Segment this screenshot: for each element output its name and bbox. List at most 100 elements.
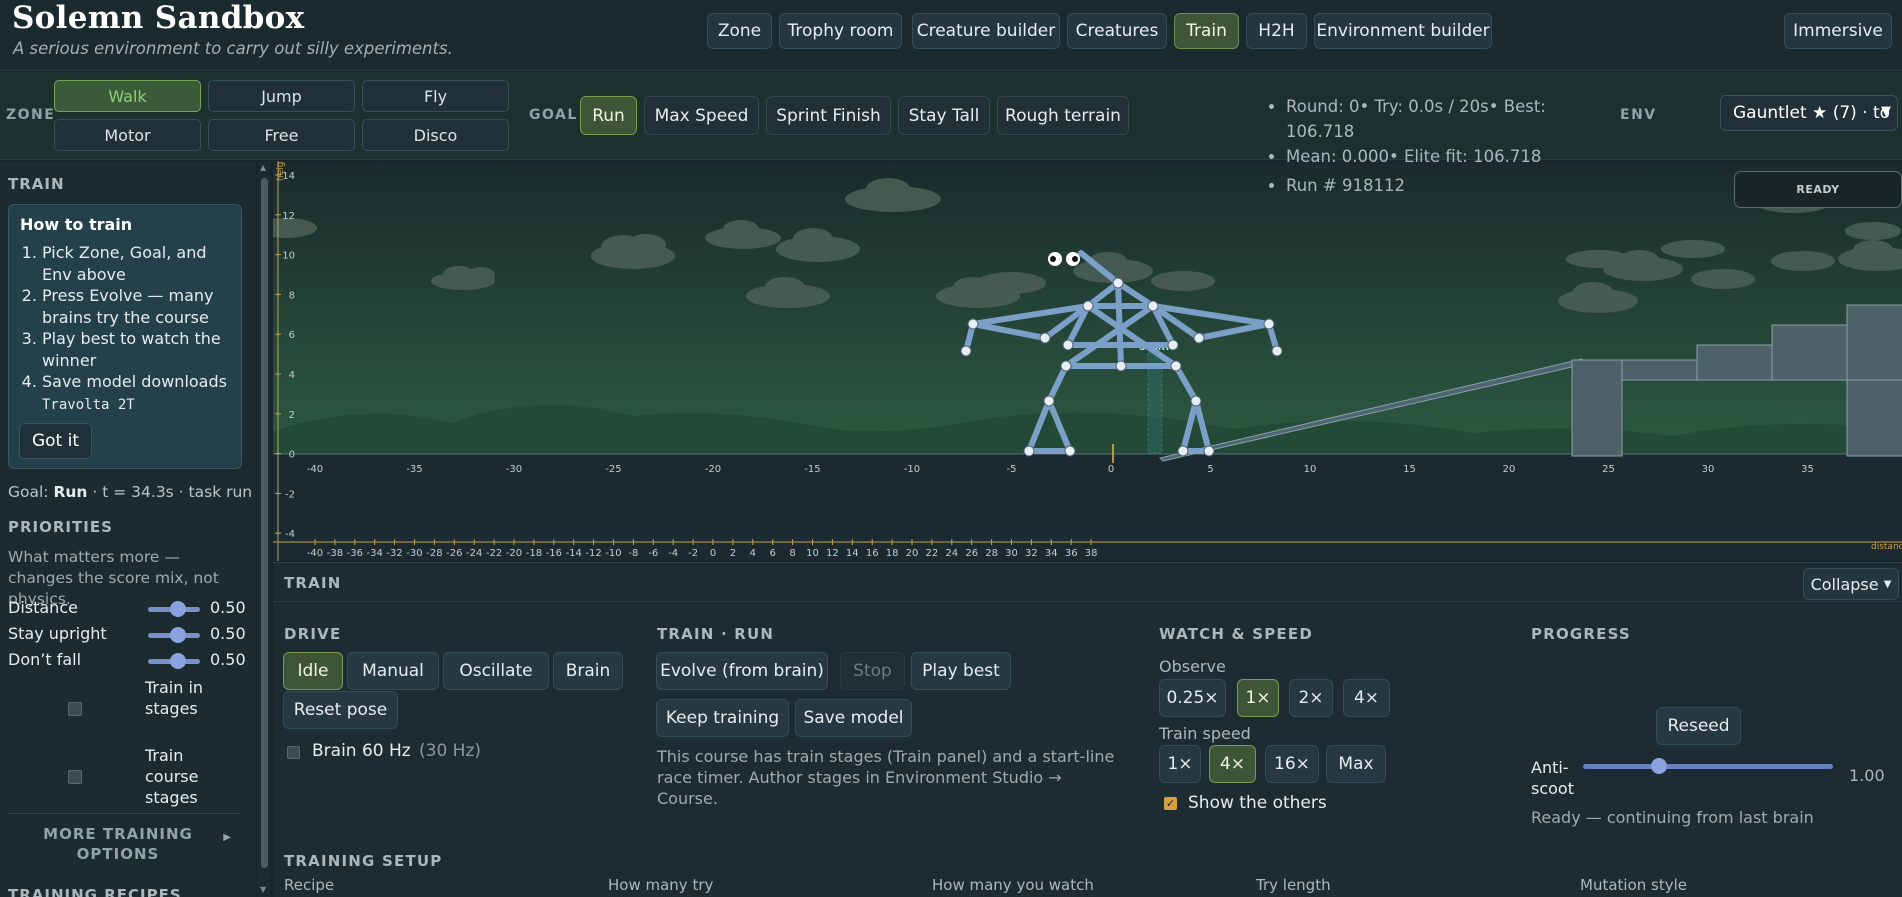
priority-value: 0.50 xyxy=(210,598,246,617)
priority-slider-knob[interactable] xyxy=(170,653,186,669)
train-speed-max-button[interactable]: Max xyxy=(1326,745,1386,783)
zone-disco-button[interactable]: Disco xyxy=(362,119,509,151)
x-tick-label-lower: -10 xyxy=(605,548,621,559)
zone-motor-button[interactable]: Motor xyxy=(54,119,201,151)
env-label: ENV xyxy=(1620,107,1657,123)
nav-tab-trophy-room[interactable]: Trophy room xyxy=(779,13,902,49)
x-tick-label-lower: -40 xyxy=(307,548,323,559)
observe-2x-button[interactable]: 2× xyxy=(1289,679,1333,717)
x-tick-label-lower: 28 xyxy=(985,548,998,559)
env-select-value: Gauntlet ★ (7) · to xyxy=(1733,103,1891,123)
y-tick-label: 12 xyxy=(282,211,295,222)
simulation-canvas[interactable]: 14121086420-2-4 -40 -35 -30 -25 -20 -15 -10 -5 0… xyxy=(273,161,1902,561)
nav-tab-h2h[interactable]: H2H xyxy=(1246,13,1307,49)
train-speed-4x-button[interactable]: 4× xyxy=(1209,745,1256,783)
howto-title: How to train xyxy=(20,215,133,234)
observe-025x-button[interactable]: 0.25× xyxy=(1159,679,1226,717)
chevron-right-icon: ▶ xyxy=(223,832,232,843)
x-tick-label-lower: 6 xyxy=(770,548,776,559)
keep-training-button[interactable]: Keep training xyxy=(656,699,789,737)
reseed-button[interactable]: Reseed xyxy=(1656,707,1741,745)
brain-60hz-checkbox[interactable] xyxy=(287,746,300,759)
zone-free-button[interactable]: Free xyxy=(208,119,355,151)
nav-tab-creatures[interactable]: Creatures xyxy=(1067,13,1167,49)
sidebar-scrollbar-thumb[interactable] xyxy=(261,178,268,868)
x-tick-label-upper: 5 xyxy=(1207,464,1213,475)
howto-steps: Pick Zone, Goal, and Env above Press Evo… xyxy=(20,242,234,416)
anti-scoot-slider-knob[interactable] xyxy=(1651,758,1667,774)
scroll-up-icon[interactable]: ▲ xyxy=(260,163,266,172)
train-in-stages-checkbox[interactable] xyxy=(68,702,82,716)
collapse-button[interactable]: Collapse ▼ xyxy=(1803,568,1899,600)
play-best-button[interactable]: Play best xyxy=(911,652,1011,690)
y-tick-label: 6 xyxy=(289,330,295,341)
train-in-stages-row: Train in stages xyxy=(8,677,248,743)
goal-status-line: Goal: Run · t = 34.3s · task run xyxy=(8,483,252,501)
priority-slider-knob[interactable] xyxy=(170,601,186,617)
zone-fly-button[interactable]: Fly xyxy=(362,80,509,112)
howto-step: Press Evolve — many brains try the cours… xyxy=(42,285,234,328)
x-tick-label-upper: -30 xyxy=(506,464,522,475)
train-in-stages-label: Train in stages xyxy=(145,678,204,718)
more-training-options-toggle[interactable]: MORE TRAINING OPTIONS ▶ xyxy=(8,813,240,863)
anti-scoot-slider-track[interactable] xyxy=(1583,764,1833,769)
goal-rough-terrain-button[interactable]: Rough terrain xyxy=(997,96,1129,135)
scroll-down-icon[interactable]: ▼ xyxy=(260,885,266,894)
priority-slider-knob[interactable] xyxy=(170,627,186,643)
goal-prefix: Goal: xyxy=(8,483,54,501)
nav-tab-creature-builder[interactable]: Creature builder xyxy=(912,13,1060,49)
priority-label: Stay upright xyxy=(8,624,107,643)
stop-button[interactable]: Stop xyxy=(840,652,905,690)
collapse-label: Collapse xyxy=(1810,574,1879,594)
x-tick-label-lower: -14 xyxy=(566,548,582,559)
training-setup-heading: TRAINING SETUP xyxy=(284,852,443,870)
brain-60hz-note: (30 Hz) xyxy=(419,741,482,761)
x-tick-label-upper: 35 xyxy=(1801,464,1814,475)
setup-col-recipe: Recipe xyxy=(284,876,335,894)
howto-card: How to train Pick Zone, Goal, and Env ab… xyxy=(8,204,242,469)
setup-col-mutation-style: Mutation style xyxy=(1580,876,1687,894)
course-note: This course has train stages (Train pane… xyxy=(657,747,1115,808)
y-tick-label: 10 xyxy=(282,251,295,262)
nav-tab-train[interactable]: Train xyxy=(1174,13,1239,49)
goal-max-speed-button[interactable]: Max Speed xyxy=(644,96,759,135)
progress-round-line: Round: 0• Try: 0.0s / 20s• Best: 106.718 xyxy=(1286,94,1608,144)
goal-sprint-finish-button[interactable]: Sprint Finish xyxy=(766,96,891,135)
brain-60hz-label: Brain 60 Hz xyxy=(312,741,411,761)
train-speed-1x-button[interactable]: 1× xyxy=(1159,745,1201,783)
cloud xyxy=(1151,271,1215,291)
drive-oscillate-button[interactable]: Oscillate xyxy=(443,652,549,690)
goal-name: Run xyxy=(53,483,88,501)
save-model-button[interactable]: Save model xyxy=(795,699,912,737)
drive-brain-button[interactable]: Brain xyxy=(553,652,623,690)
goal-run-button[interactable]: Run xyxy=(580,96,637,135)
show-others-checkbox[interactable]: ✓ xyxy=(1164,797,1177,810)
train-speed-16x-button[interactable]: 16× xyxy=(1265,745,1319,783)
x-tick-label-lower: -20 xyxy=(506,548,522,559)
evolve-button[interactable]: Evolve (from brain) xyxy=(656,652,828,690)
x-tick-label-lower: 22 xyxy=(926,548,939,559)
y-tick-label: 4 xyxy=(289,370,295,381)
nav-tab-environment-builder[interactable]: Environment builder xyxy=(1314,13,1492,49)
got-it-button[interactable]: Got it xyxy=(19,423,92,459)
observe-4x-button[interactable]: 4× xyxy=(1343,679,1390,717)
x-tick-label-lower: 38 xyxy=(1085,548,1098,559)
x-tick-label-lower: -8 xyxy=(628,548,638,559)
zone-jump-button[interactable]: Jump xyxy=(208,80,355,112)
zone-walk-button[interactable]: Walk xyxy=(54,80,201,112)
env-select[interactable]: Gauntlet ★ (7) · to ▼ xyxy=(1720,95,1898,131)
platform-block xyxy=(1771,324,1848,381)
x-tick-label-lower: 18 xyxy=(886,548,899,559)
x-tick-label-lower: -22 xyxy=(486,548,502,559)
platform-block xyxy=(1571,359,1623,457)
drive-manual-button[interactable]: Manual xyxy=(347,652,439,690)
drive-idle-button[interactable]: Idle xyxy=(283,652,343,690)
x-tick-label-lower: 12 xyxy=(826,548,839,559)
cloud xyxy=(1845,222,1901,240)
nav-tab-zone[interactable]: Zone xyxy=(707,13,772,49)
observe-1x-button[interactable]: 1× xyxy=(1237,679,1279,717)
train-course-stages-checkbox[interactable] xyxy=(68,770,82,784)
immersive-button[interactable]: Immersive xyxy=(1784,13,1892,49)
reset-pose-button[interactable]: Reset pose xyxy=(283,691,398,729)
goal-stay-tall-button[interactable]: Stay Tall xyxy=(898,96,990,135)
